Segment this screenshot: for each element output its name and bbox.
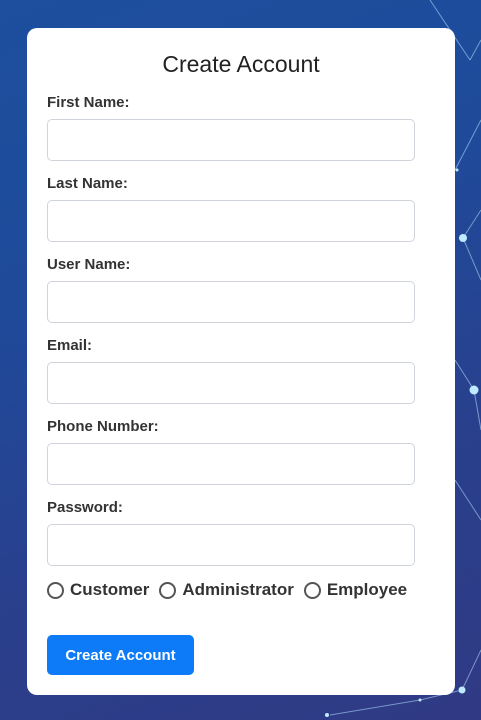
password-input[interactable] [47,524,415,566]
email-input[interactable] [47,362,415,404]
role-option-employee[interactable]: Employee [303,580,408,600]
last-name-group: Last Name: [47,175,435,242]
page-background: Create Account First Name: Last Name: Us… [0,0,481,720]
first-name-input[interactable] [47,119,415,161]
first-name-group: First Name: [47,94,435,161]
password-label: Password: [47,499,123,516]
create-account-button[interactable]: Create Account [47,635,194,675]
customer-radio-label: Customer [70,580,150,599]
password-group: Password: [47,499,435,566]
phone-number-input[interactable] [47,443,415,485]
employee-radio-label: Employee [326,580,408,599]
last-name-input[interactable] [47,200,415,242]
user-name-label: User Name: [47,256,131,273]
last-name-label: Last Name: [47,175,128,192]
user-name-group: User Name: [47,256,435,323]
employee-radio[interactable] [303,581,321,599]
administrator-radio-label: Administrator [182,580,294,599]
create-account-card: Create Account First Name: Last Name: Us… [27,28,455,695]
user-name-input[interactable] [47,281,415,323]
role-radio-group: Customer Administrator Employee [47,578,435,602]
first-name-label: First Name: [47,94,130,111]
role-option-administrator[interactable]: Administrator [159,580,294,600]
customer-radio[interactable] [47,581,64,599]
email-label: Email: [47,337,93,354]
phone-number-label: Phone Number: [47,418,159,435]
role-option-customer[interactable]: Customer [47,580,149,600]
email-group: Email: [47,337,435,404]
phone-number-group: Phone Number: [47,418,435,485]
administrator-radio[interactable] [159,581,177,599]
form-title: Create Account [162,51,320,77]
